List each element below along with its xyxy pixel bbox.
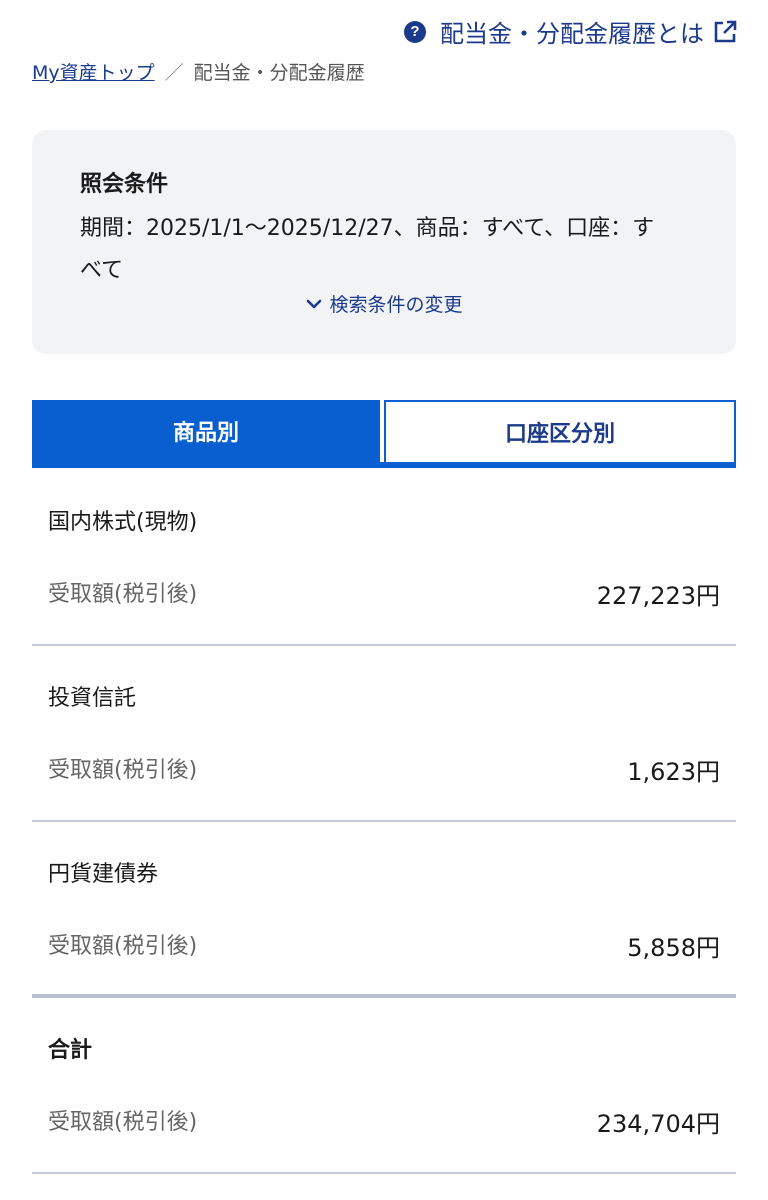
total-value: 234,704円 xyxy=(596,1110,720,1138)
list-item: 国内株式(現物) 受取額(税引後) 227,223円 xyxy=(32,470,736,646)
breadcrumb-home-link[interactable]: My資産トップ xyxy=(32,58,155,85)
row-label: 受取額(税引後) xyxy=(48,758,198,783)
tab-by-product[interactable]: 商品別 xyxy=(32,400,380,462)
help-circle-icon: ? xyxy=(404,20,426,43)
breadcrumb: My資産トップ ／ 配当金・分配金履歴 xyxy=(32,58,365,85)
breadcrumb-current: 配当金・分配金履歴 xyxy=(193,62,365,84)
breadcrumb-separator: ／ xyxy=(164,62,184,84)
conditions-title: 照会条件 xyxy=(80,172,169,197)
row-title: 国内株式(現物) xyxy=(48,510,198,535)
tab-by-account-type[interactable]: 口座区分別 xyxy=(384,400,736,462)
tab-bar: 商品別 口座区分別 xyxy=(32,400,736,468)
row-title: 円貨建債券 xyxy=(48,862,159,887)
row-label: 受取額(税引後) xyxy=(48,582,198,607)
row-label: 受取額(税引後) xyxy=(48,934,198,959)
chevron-down-icon xyxy=(305,295,323,313)
external-link-icon xyxy=(712,19,738,45)
list-item: 投資信託 受取額(税引後) 1,623円 xyxy=(32,646,736,822)
total-title: 合計 xyxy=(48,1038,93,1063)
dividend-summary-list: 国内株式(現物) 受取額(税引後) 227,223円 投資信託 受取額(税引後)… xyxy=(32,470,736,1174)
search-conditions-panel: 照会条件 期間：2025/1/1〜2025/12/27、商品：すべて、口座：すべ… xyxy=(32,130,736,354)
help-link[interactable]: ? 配当金・分配金履歴とは xyxy=(404,14,738,49)
change-conditions-label: 検索条件の変更 xyxy=(329,294,463,316)
total-row: 合計 受取額(税引後) 234,704円 xyxy=(32,998,736,1174)
row-value: 1,623円 xyxy=(627,758,720,786)
list-item: 円貨建債券 受取額(税引後) 5,858円 xyxy=(32,822,736,998)
help-link-label: 配当金・分配金履歴とは xyxy=(440,20,704,48)
conditions-text: 期間：2025/1/1〜2025/12/27、商品：すべて、口座：すべて xyxy=(80,216,655,283)
row-value: 5,858円 xyxy=(627,934,720,962)
total-label: 受取額(税引後) xyxy=(48,1110,198,1135)
row-title: 投資信託 xyxy=(48,686,137,711)
row-value: 227,223円 xyxy=(596,582,720,610)
change-conditions-button[interactable]: 検索条件の変更 xyxy=(32,290,736,317)
